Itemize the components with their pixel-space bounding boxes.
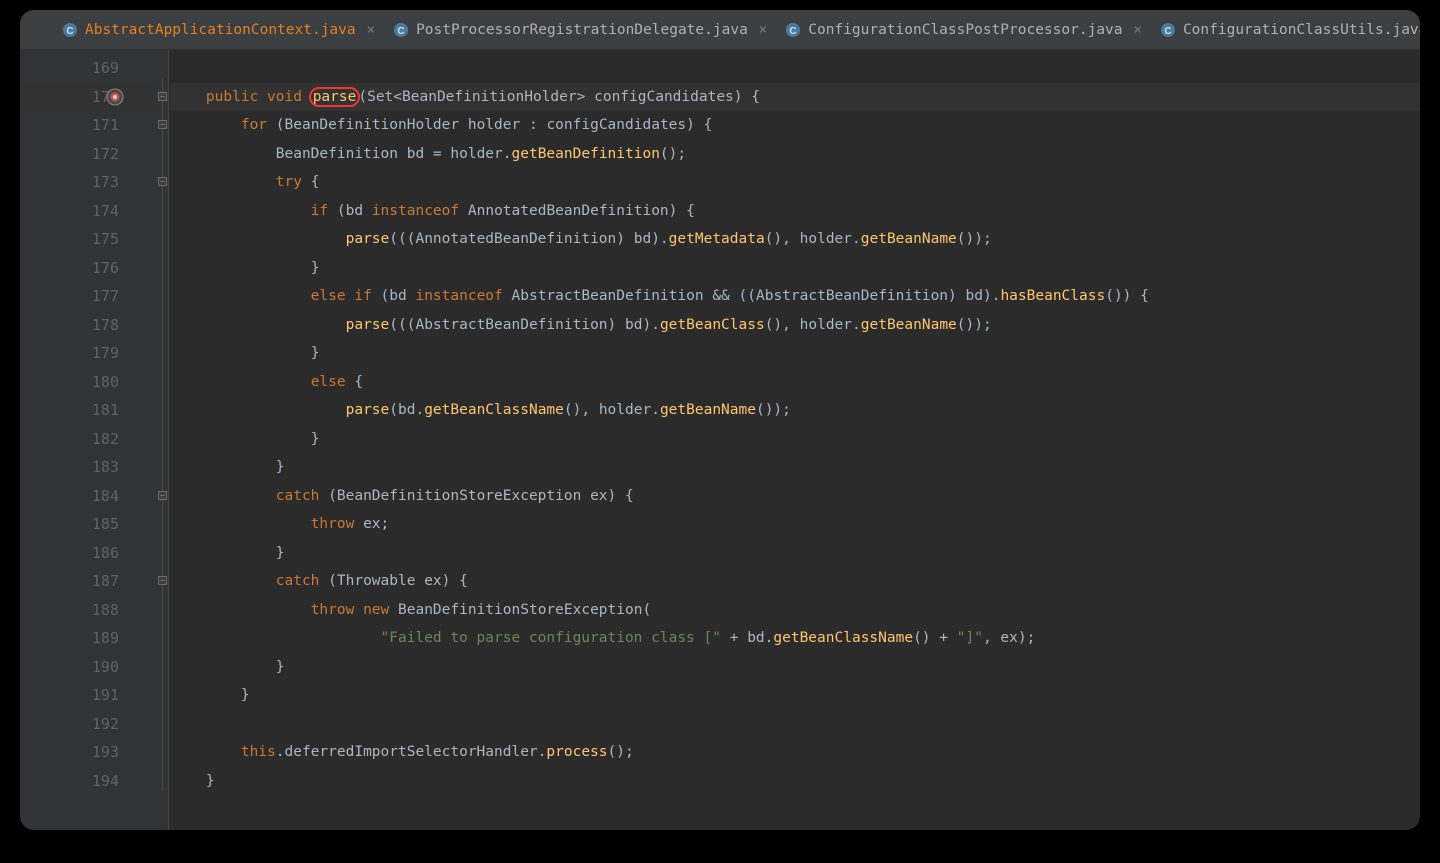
line-number[interactable]: 190 [20, 653, 155, 682]
line-number[interactable]: 170 [20, 83, 155, 112]
code-line: try { [171, 168, 1420, 197]
java-class-icon: C [1160, 22, 1176, 38]
line-number[interactable]: 180 [20, 368, 155, 397]
line-number[interactable]: 181 [20, 396, 155, 425]
line-number[interactable]: 173 [20, 168, 155, 197]
annotation-highlight: parse [309, 87, 361, 107]
tab-post-processor-registration-delegate[interactable]: C PostProcessorRegistrationDelegate.java… [385, 10, 777, 49]
line-number[interactable]: 184 [20, 482, 155, 511]
line-number[interactable]: 174 [20, 197, 155, 226]
tab-configuration-class-post-processor[interactable]: C ConfigurationClassPostProcessor.java × [777, 10, 1152, 49]
tab-label: AbstractApplicationContext.java [85, 22, 356, 38]
code-line: } [171, 653, 1420, 682]
line-number[interactable]: 192 [20, 710, 155, 739]
line-number[interactable]: 186 [20, 539, 155, 568]
code-line: } [171, 425, 1420, 454]
line-number[interactable]: 183 [20, 453, 155, 482]
svg-text:C: C [66, 26, 73, 37]
close-icon[interactable]: × [759, 22, 767, 38]
code-line: parse(bd.getBeanClassName(), holder.getB… [171, 396, 1420, 425]
code-line: throw ex; [171, 510, 1420, 539]
code-line [171, 54, 1420, 83]
breakpoint-icon[interactable] [106, 87, 124, 105]
fold-toggle-icon[interactable]: − [158, 491, 167, 500]
svg-text:C: C [1164, 26, 1171, 37]
code-line: else { [171, 368, 1420, 397]
tab-label: PostProcessorRegistrationDelegate.java [416, 22, 748, 38]
line-number[interactable]: 188 [20, 596, 155, 625]
code-line: this.deferredImportSelectorHandler.proce… [171, 738, 1420, 767]
code-line: } [171, 339, 1420, 368]
line-number[interactable]: 172 [20, 140, 155, 169]
line-number[interactable]: 182 [20, 425, 155, 454]
tab-abstract-application-context[interactable]: C AbstractApplicationContext.java × [54, 10, 385, 49]
code-line: if (bd instanceof AnnotatedBeanDefinitio… [171, 197, 1420, 226]
svg-text:C: C [790, 26, 797, 37]
line-number[interactable]: 179 [20, 339, 155, 368]
line-number[interactable]: 191 [20, 681, 155, 710]
code-line: parse(((AnnotatedBeanDefinition) bd).get… [171, 225, 1420, 254]
svg-text:C: C [397, 26, 404, 37]
code-line: } [171, 539, 1420, 568]
close-icon[interactable]: × [1134, 22, 1142, 38]
java-class-icon: C [62, 22, 78, 38]
tab-configuration-class-utils[interactable]: C ConfigurationClassUtils.java × [1152, 10, 1420, 49]
line-number[interactable]: 193 [20, 738, 155, 767]
code-line: else if (bd instanceof AbstractBeanDefin… [171, 282, 1420, 311]
line-number[interactable]: 169 [20, 54, 155, 83]
java-class-icon: C [393, 22, 409, 38]
line-number[interactable]: 176 [20, 254, 155, 283]
close-icon[interactable]: × [367, 22, 375, 38]
line-number-gutter[interactable]: 1691701711721731741751761771781791801811… [20, 50, 155, 830]
code-content[interactable]: public void parse(Set<BeanDefinitionHold… [169, 50, 1420, 830]
code-line: BeanDefinition bd = holder.getBeanDefini… [171, 140, 1420, 169]
fold-column[interactable]: − − − − − [155, 50, 169, 830]
editor-area[interactable]: 1691701711721731741751761771781791801811… [20, 50, 1420, 830]
code-line: public void parse(Set<BeanDefinitionHold… [171, 83, 1420, 112]
code-line [171, 710, 1420, 739]
editor-window: C AbstractApplicationContext.java × C Po… [20, 10, 1420, 830]
code-line: parse(((AbstractBeanDefinition) bd).getB… [171, 311, 1420, 340]
code-line: } [171, 453, 1420, 482]
java-class-icon: C [785, 22, 801, 38]
fold-toggle-icon[interactable]: − [158, 576, 167, 585]
fold-toggle-icon[interactable]: − [158, 92, 167, 101]
code-line: catch (Throwable ex) { [171, 567, 1420, 596]
code-line: "Failed to parse configuration class [" … [171, 624, 1420, 653]
line-number[interactable]: 178 [20, 311, 155, 340]
line-number[interactable]: 177 [20, 282, 155, 311]
line-number[interactable]: 171 [20, 111, 155, 140]
code-line: } [171, 767, 1420, 796]
line-number[interactable]: 175 [20, 225, 155, 254]
tab-bar: C AbstractApplicationContext.java × C Po… [20, 10, 1420, 50]
code-line: } [171, 681, 1420, 710]
line-number[interactable]: 194 [20, 767, 155, 796]
tab-label: ConfigurationClassUtils.java [1183, 22, 1420, 38]
code-line: throw new BeanDefinitionStoreException( [171, 596, 1420, 625]
fold-toggle-icon[interactable]: − [158, 120, 167, 129]
line-number[interactable]: 185 [20, 510, 155, 539]
code-line: } [171, 254, 1420, 283]
line-number[interactable]: 187 [20, 567, 155, 596]
tab-label: ConfigurationClassPostProcessor.java [808, 22, 1122, 38]
fold-toggle-icon[interactable]: − [158, 177, 167, 186]
code-line: for (BeanDefinitionHolder holder : confi… [171, 111, 1420, 140]
line-number[interactable]: 189 [20, 624, 155, 653]
code-line: catch (BeanDefinitionStoreException ex) … [171, 482, 1420, 511]
